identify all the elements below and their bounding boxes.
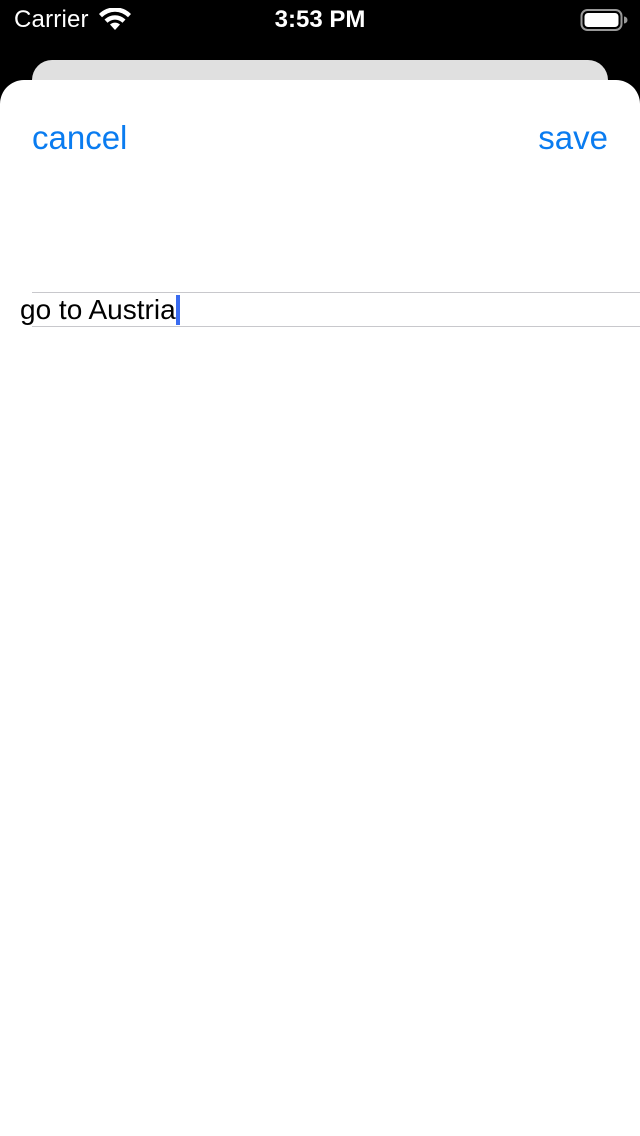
save-button[interactable]: save — [538, 118, 608, 158]
modal-sheet: cancel save go to Austria — [0, 80, 640, 1136]
text-field-value: go to Austria — [20, 294, 176, 325]
task-text-field[interactable]: go to Austria — [20, 293, 180, 326]
cancel-button[interactable]: cancel — [32, 118, 127, 158]
battery-icon — [580, 8, 628, 32]
status-bar: Carrier 3:53 PM — [0, 0, 640, 40]
status-time: 3:53 PM — [274, 6, 366, 33]
text-cursor — [175, 294, 180, 325]
screen: Carrier 3:53 PM cancel save go to Austri… — [0, 0, 640, 1136]
text-field-row: go to Austria — [20, 292, 640, 327]
